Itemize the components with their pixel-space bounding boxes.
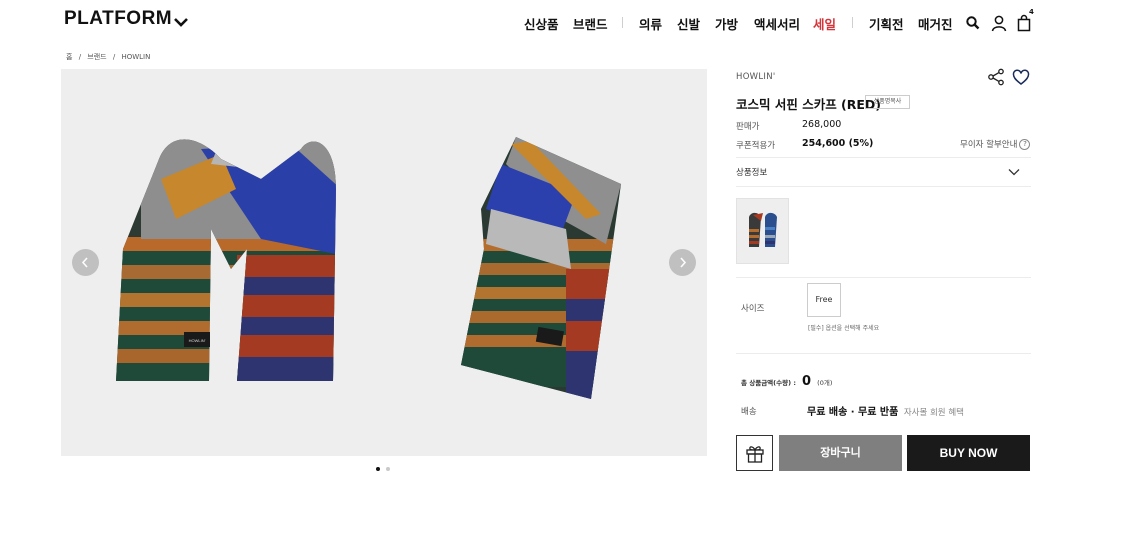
breadcrumb-separator: / [112, 53, 116, 61]
buy-now-button[interactable]: BUY NOW [907, 435, 1030, 471]
scarf-left-illustration [116, 139, 336, 381]
divider [736, 186, 1031, 187]
breadcrumb-brand[interactable]: 브랜드 [87, 53, 106, 61]
total-value: 0 [802, 374, 812, 389]
divider [736, 353, 1031, 354]
gift-button[interactable] [736, 435, 773, 471]
heart-icon[interactable] [1012, 69, 1030, 86]
nav-item-clothing[interactable]: 의류 [639, 14, 662, 33]
nav-item-accessories[interactable]: 액세서리 [754, 14, 800, 33]
product-image-gallery[interactable]: HOWLIN' [61, 69, 707, 456]
nav-item-shoes[interactable]: 신발 [677, 14, 700, 33]
size-required-note: [필수] 옵션을 선택해 주세요 [808, 325, 880, 332]
divider [736, 277, 1031, 278]
chevron-right-icon [680, 257, 687, 268]
nav-divider [622, 17, 623, 28]
total-count: (0개) [817, 379, 833, 387]
pagination-dot[interactable] [386, 467, 390, 471]
size-option-free[interactable]: Free [807, 283, 841, 317]
breadcrumb-home[interactable]: 홈 [66, 53, 72, 61]
search-icon[interactable] [964, 14, 982, 32]
installment-label: 무이자 할부안내 [960, 140, 1018, 150]
breadcrumb: 홈 / 브랜드 / HOWLIN [66, 52, 154, 62]
thumbnail-image [749, 212, 777, 247]
nav-item-magazine[interactable]: 매거진 [918, 14, 953, 33]
coupon-price-value: 254,600 (5%) [802, 138, 874, 149]
shipping-sub: 자사몰 회원 혜택 [903, 408, 964, 418]
total-amount: 총 상품금액(수량) : 0 (0개) [741, 370, 832, 389]
nav-item-sale[interactable]: 세일 [813, 14, 836, 33]
product-brand[interactable]: HOWLIN' [736, 72, 776, 82]
nav-item-bags[interactable]: 가방 [715, 14, 738, 33]
site-logo[interactable]: PLATFORM [64, 8, 172, 30]
gallery-next-button[interactable] [669, 249, 696, 276]
share-icon[interactable] [987, 68, 1005, 86]
breadcrumb-separator: / [78, 53, 82, 61]
brand-label-text: HOWLIN' [189, 338, 206, 343]
color-option-thumbnail[interactable] [736, 198, 789, 264]
shipping-label: 배송 [741, 407, 757, 417]
breadcrumb-howlin[interactable]: HOWLIN [121, 53, 150, 61]
gallery-prev-button[interactable] [72, 249, 99, 276]
chevron-left-icon [81, 257, 88, 268]
nav-item-new[interactable]: 신상품 [524, 14, 559, 33]
user-icon[interactable] [990, 14, 1008, 32]
add-to-cart-button[interactable]: 장바구니 [779, 435, 902, 471]
price-value: 268,000 [802, 119, 842, 130]
shopping-bag-icon[interactable] [1015, 14, 1033, 32]
pagination-dot-active[interactable] [376, 467, 380, 471]
chevron-down-icon[interactable] [173, 16, 189, 28]
site-header: PLATFORM 신상품 브랜드 의류 신발 가방 액세서리 세일 기획전 매거… [0, 0, 1125, 46]
help-icon[interactable]: ? [1019, 139, 1031, 150]
product-info-toggle[interactable]: 상품정보 [736, 166, 767, 178]
divider [736, 157, 1031, 158]
price-label: 판매가 [736, 122, 760, 132]
product-image: HOWLIN' [116, 137, 621, 399]
nav-item-brand[interactable]: 브랜드 [573, 14, 608, 33]
nav-divider [852, 17, 853, 28]
coupon-price-label: 쿠폰적용가 [736, 141, 776, 151]
shipping-info: 무료 배송 · 무료 반품 자사몰 회원 혜택 [807, 403, 964, 418]
chevron-down-icon[interactable] [1008, 168, 1020, 176]
nav-item-exhibition[interactable]: 기획전 [869, 14, 904, 33]
cart-count-badge: 4 [1029, 8, 1034, 16]
gift-icon [746, 446, 764, 463]
shipping-value: 무료 배송 · 무료 반품 [807, 407, 899, 418]
product-title: 코스믹 서핀 스카프 (RED) [736, 97, 882, 112]
total-label: 총 상품금액(수량) : [741, 379, 796, 387]
copy-name-button[interactable]: 상품명복사 [865, 95, 910, 109]
installment-info-link[interactable]: 무이자 할부안내? [960, 138, 1031, 150]
scarf-right-illustration [461, 137, 621, 399]
size-label: 사이즈 [741, 304, 765, 314]
